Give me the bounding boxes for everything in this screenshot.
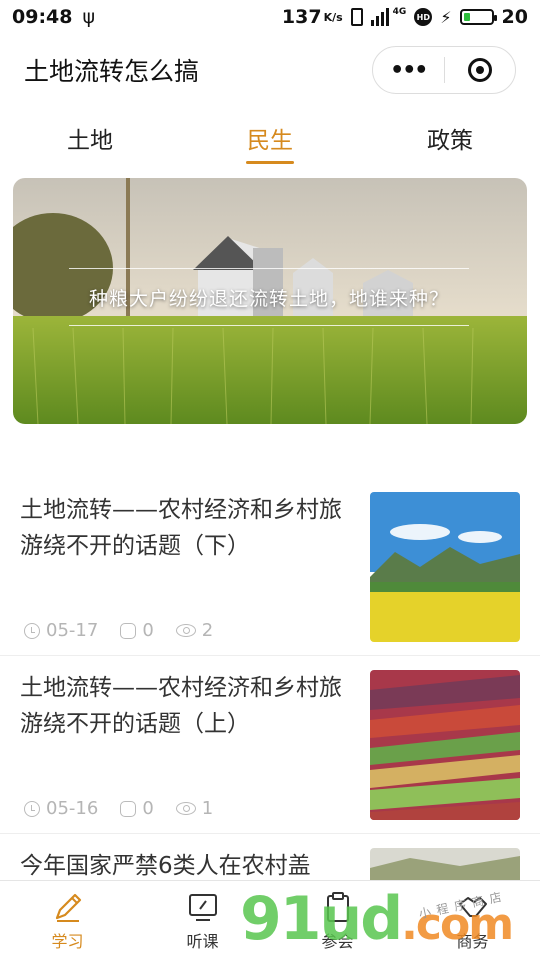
tab-label: 民生 [247,128,293,154]
article-title: 土地流转——农村经济和乡村旅游绕不开的话题（下） [20,497,342,559]
charging-icon: ⚡ [440,7,452,27]
view-count: 2 [201,620,214,641]
usb-icon: ψ [82,6,96,28]
nav-label: 听课 [186,931,219,951]
signal-icon [370,8,389,26]
title-bar: 土地流转怎么搞 ••• [0,38,540,102]
tab-label: 政策 [427,128,473,154]
article-title: 土地流转——农村经济和乡村旅游绕不开的话题（上） [20,675,342,737]
clock-icon [24,622,40,639]
banner-caption: 种粮大户纷纷退还流转土地，地谁来种？ [69,268,469,326]
network-speed: 137 [281,6,322,28]
tab-policy[interactable]: 政策 [360,110,540,166]
comment-count: 0 [142,620,154,641]
article-thumbnail [370,492,520,642]
hd-icon: HD [414,8,433,26]
view-count: 1 [201,798,214,819]
eye-icon [175,802,196,815]
banner-carousel[interactable]: 种粮大户纷纷退还流转土地，地谁来种？ [13,178,527,424]
category-tabs: 土地 民生 政策 [0,110,540,166]
eye-icon [175,624,196,637]
article-meta: 05-17 0 2 [24,620,213,641]
nav-study[interactable]: 学习 [0,881,135,960]
battery-icon [459,9,497,25]
pencil-icon [55,893,81,922]
article-item[interactable]: 土地流转——农村经济和乡村旅游绕不开的话题（下） 05-17 0 2 [0,484,540,656]
vibrate-icon [350,8,363,26]
terraced-fields-icon [370,670,520,820]
monitor-icon [188,893,217,921]
status-time: 09:48 [12,6,73,28]
page-title: 土地流转怎么搞 [24,57,200,86]
more-button[interactable]: ••• [373,47,444,93]
clock-icon [24,800,40,817]
article-meta: 05-16 0 1 [24,798,213,819]
battery-level: 20 [501,6,528,28]
close-icon [467,58,492,82]
article-date: 05-16 [46,798,99,819]
comment-icon [120,800,137,817]
article-thumbnail [370,670,520,820]
article-date: 05-17 [46,620,99,641]
network-unit: K/s [323,10,343,24]
comment-icon [120,622,137,639]
tab-livelihood[interactable]: 民生 [180,110,360,166]
tab-land[interactable]: 土地 [0,110,180,166]
nav-label: 学习 [51,931,84,951]
more-icon: ••• [390,57,428,83]
watermark-text: 91ud [240,884,403,954]
tab-label: 土地 [67,128,113,154]
signal-label: 4G [392,7,407,17]
mountain-rapeseed-icon [370,492,520,642]
mini-program-capsule: ••• [372,46,516,94]
close-button[interactable] [445,47,516,93]
article-item[interactable]: 土地流转——农村经济和乡村旅游绕不开的话题（上） 05-16 0 1 [0,662,540,834]
status-bar: 09:48 ψ 137 K/s 4G HD ⚡ 20 [0,0,540,34]
comment-count: 0 [142,798,154,819]
article-title: 今年国家严禁6类人在农村盖 [20,853,311,879]
